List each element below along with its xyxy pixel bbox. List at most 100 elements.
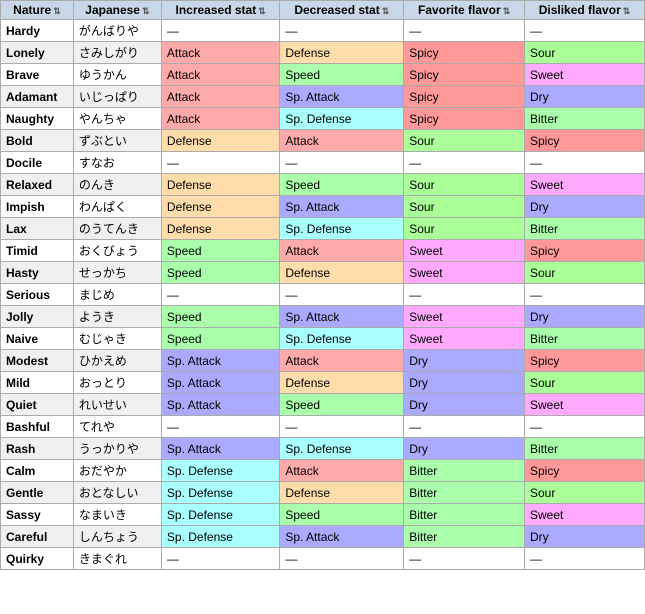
disliked-flavor-cell: Sweet: [524, 504, 644, 526]
table-row: GentleおとなしいSp. DefenseDefenseBitterSour: [1, 482, 645, 504]
increased-stat-cell: —: [161, 152, 279, 174]
increased-stat-cell: —: [161, 20, 279, 42]
increased-stat-cell: Sp. Attack: [161, 394, 279, 416]
japanese-cell: のんき: [73, 174, 161, 196]
favorite-flavor-cell: Sweet: [404, 328, 525, 350]
decreased-stat-cell: Defense: [280, 482, 404, 504]
disliked-flavor-cell: —: [524, 152, 644, 174]
disliked-flavor-cell: Sweet: [524, 64, 644, 86]
japanese-cell: のうてんき: [73, 218, 161, 240]
decreased-stat-cell: Attack: [280, 350, 404, 372]
table-row: CalmおだやかSp. DefenseAttackBitterSpicy: [1, 460, 645, 482]
disliked-flavor-cell: Dry: [524, 526, 644, 548]
decreased-stat-cell: Speed: [280, 174, 404, 196]
increased-stat-cell: Speed: [161, 306, 279, 328]
increased-stat-cell: Sp. Defense: [161, 460, 279, 482]
disliked-flavor-cell: Bitter: [524, 218, 644, 240]
decreased-stat-cell: Attack: [280, 130, 404, 152]
table-row: NaughtyやんちゃAttackSp. DefenseSpicyBitter: [1, 108, 645, 130]
favorite-flavor-cell: Sour: [404, 196, 525, 218]
decreased-stat-cell: —: [280, 548, 404, 570]
increased-stat-cell: Defense: [161, 130, 279, 152]
favorite-flavor-cell: Dry: [404, 372, 525, 394]
increased-stat-cell: —: [161, 548, 279, 570]
disliked-flavor-cell: Spicy: [524, 240, 644, 262]
disliked-flavor-cell: Bitter: [524, 438, 644, 460]
table-row: ImpishわんぱくDefenseSp. AttackSourDry: [1, 196, 645, 218]
japanese-cell: おっとり: [73, 372, 161, 394]
nature-cell: Impish: [1, 196, 74, 218]
decreased-stat-cell: —: [280, 20, 404, 42]
disliked-flavor-cell: Sweet: [524, 174, 644, 196]
header-decreased[interactable]: Decreased stat⇅: [280, 1, 404, 20]
favorite-flavor-cell: Bitter: [404, 482, 525, 504]
table-row: ModestひかえめSp. AttackAttackDrySpicy: [1, 350, 645, 372]
decreased-stat-cell: Attack: [280, 240, 404, 262]
nature-cell: Hardy: [1, 20, 74, 42]
increased-stat-cell: Sp. Attack: [161, 438, 279, 460]
table-row: LaxのうてんきDefenseSp. DefenseSourBitter: [1, 218, 645, 240]
nature-cell: Lonely: [1, 42, 74, 64]
japanese-cell: むじゃき: [73, 328, 161, 350]
nature-cell: Bashful: [1, 416, 74, 438]
nature-cell: Timid: [1, 240, 74, 262]
disliked-flavor-cell: Sour: [524, 372, 644, 394]
nature-cell: Calm: [1, 460, 74, 482]
japanese-cell: てれや: [73, 416, 161, 438]
increased-stat-cell: Attack: [161, 42, 279, 64]
natures-table: Nature⇅Japanese⇅Increased stat⇅Decreased…: [0, 0, 645, 570]
increased-stat-cell: Defense: [161, 174, 279, 196]
disliked-flavor-cell: Dry: [524, 86, 644, 108]
nature-cell: Mild: [1, 372, 74, 394]
header-increased[interactable]: Increased stat⇅: [161, 1, 279, 20]
disliked-flavor-cell: Sour: [524, 42, 644, 64]
decreased-stat-cell: Speed: [280, 504, 404, 526]
table-row: CarefulしんちょうSp. DefenseSp. AttackBitterD…: [1, 526, 645, 548]
nature-cell: Careful: [1, 526, 74, 548]
japanese-cell: おだやか: [73, 460, 161, 482]
japanese-cell: せっかち: [73, 262, 161, 284]
japanese-cell: まじめ: [73, 284, 161, 306]
japanese-cell: おくびょう: [73, 240, 161, 262]
decreased-stat-cell: Speed: [280, 64, 404, 86]
nature-cell: Rash: [1, 438, 74, 460]
japanese-cell: がんばりや: [73, 20, 161, 42]
table-row: HastyせっかちSpeedDefenseSweetSour: [1, 262, 645, 284]
disliked-flavor-cell: Sweet: [524, 394, 644, 416]
header-nature[interactable]: Nature⇅: [1, 1, 74, 20]
nature-cell: Brave: [1, 64, 74, 86]
table-row: NaiveむじゃきSpeedSp. DefenseSweetBitter: [1, 328, 645, 350]
nature-cell: Hasty: [1, 262, 74, 284]
increased-stat-cell: Attack: [161, 108, 279, 130]
nature-cell: Modest: [1, 350, 74, 372]
japanese-cell: わんぱく: [73, 196, 161, 218]
disliked-flavor-cell: —: [524, 548, 644, 570]
header-disliked[interactable]: Disliked flavor⇅: [524, 1, 644, 20]
header-japanese[interactable]: Japanese⇅: [73, 1, 161, 20]
table-row: Hardyがんばりや————: [1, 20, 645, 42]
japanese-cell: いじっぱり: [73, 86, 161, 108]
table-row: Bashfulてれや————: [1, 416, 645, 438]
table-row: JollyようきSpeedSp. AttackSweetDry: [1, 306, 645, 328]
decreased-stat-cell: Sp. Defense: [280, 438, 404, 460]
table-row: AdamantいじっぱりAttackSp. AttackSpicyDry: [1, 86, 645, 108]
decreased-stat-cell: —: [280, 152, 404, 174]
japanese-cell: うっかりや: [73, 438, 161, 460]
disliked-flavor-cell: —: [524, 20, 644, 42]
favorite-flavor-cell: Bitter: [404, 504, 525, 526]
favorite-flavor-cell: Sweet: [404, 240, 525, 262]
nature-cell: Serious: [1, 284, 74, 306]
japanese-cell: きまぐれ: [73, 548, 161, 570]
increased-stat-cell: Speed: [161, 240, 279, 262]
increased-stat-cell: Sp. Attack: [161, 350, 279, 372]
decreased-stat-cell: Sp. Attack: [280, 306, 404, 328]
decreased-stat-cell: Attack: [280, 460, 404, 482]
disliked-flavor-cell: Dry: [524, 306, 644, 328]
favorite-flavor-cell: Sour: [404, 174, 525, 196]
nature-cell: Sassy: [1, 504, 74, 526]
header-favorite[interactable]: Favorite flavor⇅: [404, 1, 525, 20]
increased-stat-cell: Speed: [161, 328, 279, 350]
favorite-flavor-cell: Sweet: [404, 306, 525, 328]
disliked-flavor-cell: Spicy: [524, 460, 644, 482]
disliked-flavor-cell: Sour: [524, 262, 644, 284]
